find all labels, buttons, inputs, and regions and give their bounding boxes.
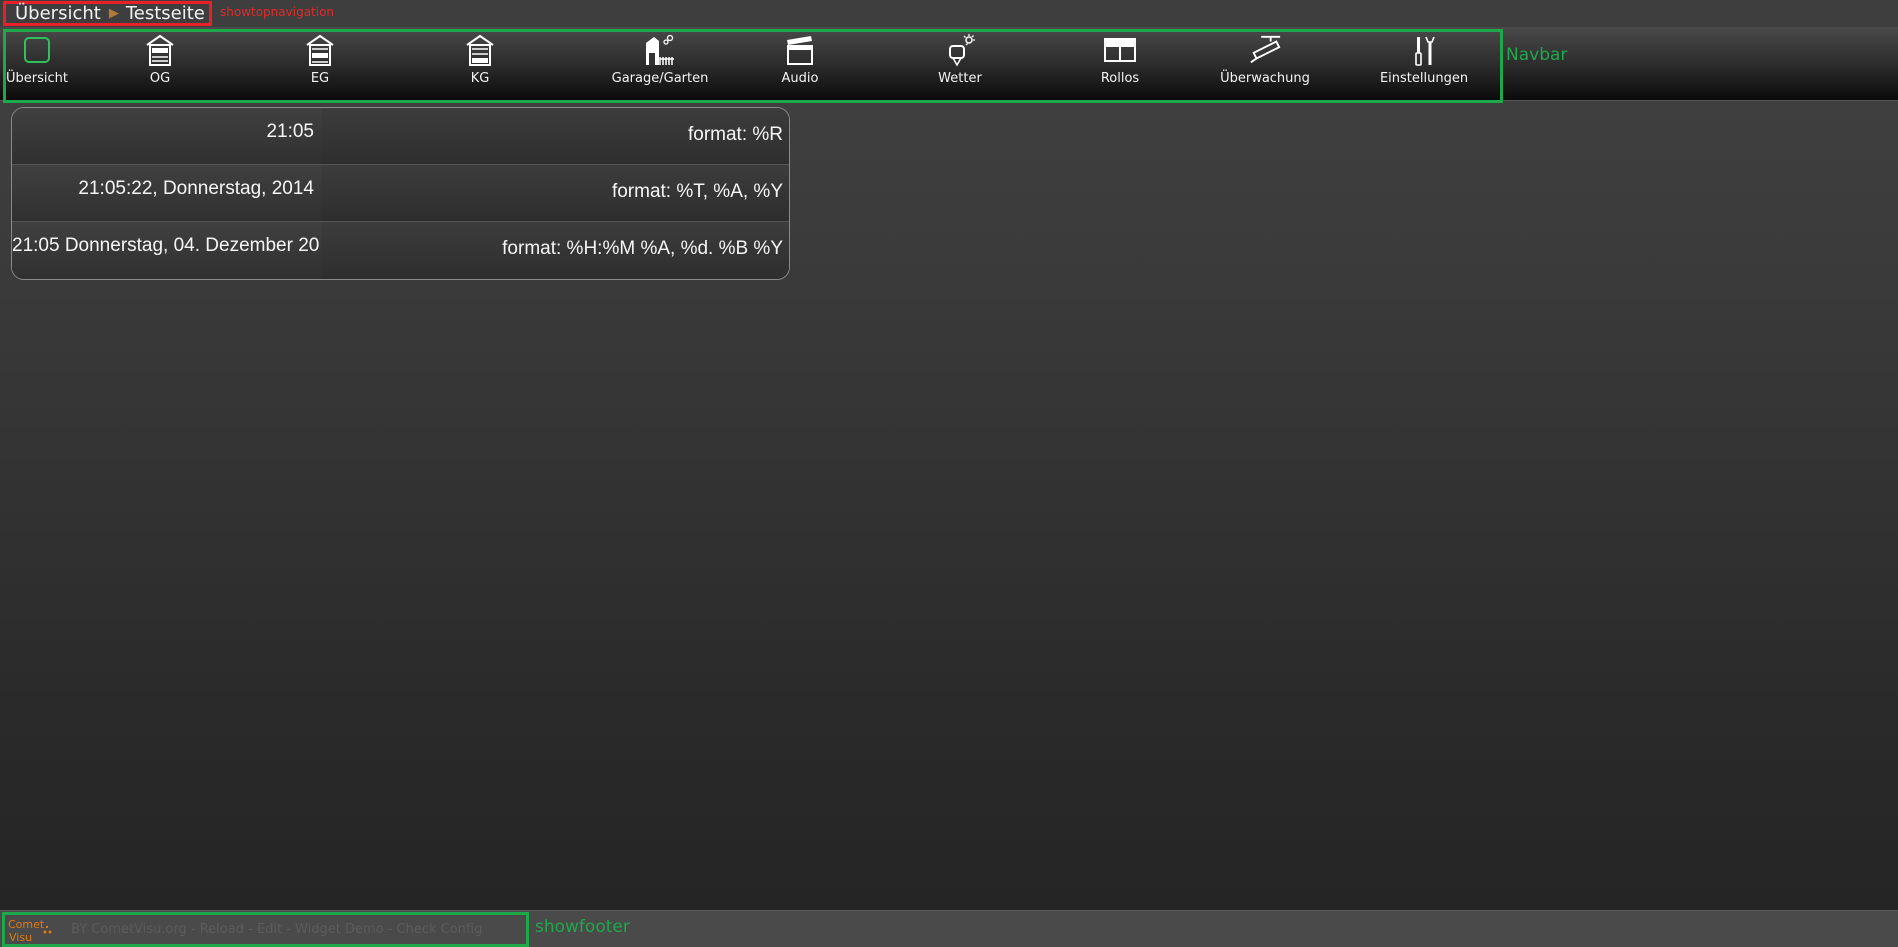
footer-annotation-frame: Comet Visu BY CometVisu.org - Reload - E…: [2, 912, 529, 947]
nav-item-label: Garage/Garten: [611, 71, 709, 86]
nav-item-eg[interactable]: EG: [260, 33, 380, 95]
nav-item-kg[interactable]: KG: [420, 33, 540, 95]
svg-text:Visu: Visu: [9, 931, 32, 944]
garage-garden-icon: [643, 33, 677, 67]
window-blinds-icon: [1103, 33, 1137, 67]
nav-item-og[interactable]: OG: [100, 33, 220, 95]
clock-format-label: format: %T, %A, %Y: [611, 181, 783, 202]
clock-value: 21:05 Donnerstag, 04. Dezember 20: [12, 222, 322, 278]
nav-item-label: Übersicht: [6, 71, 68, 86]
clock-format-label: format: %R: [687, 124, 783, 145]
weather-station-icon: [943, 33, 977, 67]
nav-item-wetter[interactable]: Wetter: [900, 33, 1020, 95]
annotation-showtopnavigation: showtopnavigation: [220, 5, 335, 19]
breadcrumb: Übersicht ▶ Testseite: [3, 1, 212, 26]
tools-icon: [1407, 33, 1441, 67]
clock-widget-panel: 21:05 format: %R 21:05:22, Donnerstag, 2…: [11, 107, 790, 280]
clock-row: 21:05:22, Donnerstag, 2014 format: %T, %…: [12, 165, 789, 222]
clock-value: 21:05:22, Donnerstag, 2014: [12, 165, 322, 221]
house-kg-icon: [463, 33, 497, 67]
cometvisu-logo: Comet Visu: [7, 916, 52, 944]
security-camera-icon: [1248, 33, 1282, 67]
nav-item-label: Audio: [781, 71, 819, 86]
clapperboard-icon: [783, 33, 817, 67]
nav-item-label: OG: [149, 71, 171, 86]
overview-square-icon: [20, 33, 54, 67]
nav-item-label: KG: [470, 71, 490, 86]
svg-text:Comet: Comet: [8, 918, 45, 931]
nav-item-label: Einstellungen: [1379, 71, 1469, 86]
nav-item-audio[interactable]: Audio: [740, 33, 860, 95]
breadcrumb-separator-icon: ▶: [108, 6, 119, 21]
nav-item-label: Wetter: [938, 71, 982, 86]
nav-item-garage-garten[interactable]: Garage/Garten: [600, 33, 720, 95]
annotation-showfooter: showfooter: [535, 917, 630, 937]
breadcrumb-item-testseite: Testseite: [125, 3, 205, 24]
clock-row: 21:05 format: %R: [12, 108, 789, 165]
nav-item-uebersicht[interactable]: Übersicht: [0, 33, 97, 95]
nav-item-label: Überwachung: [1220, 71, 1310, 86]
nav-item-ueberwachung[interactable]: Überwachung: [1205, 33, 1325, 95]
footer-links[interactable]: BY CometVisu.org - Reload - Edit - Widge…: [71, 922, 482, 937]
house-eg-icon: [303, 33, 337, 67]
clock-row: 21:05 Donnerstag, 04. Dezember 20 format…: [12, 222, 789, 279]
nav-item-einstellungen[interactable]: Einstellungen: [1364, 33, 1484, 95]
breadcrumb-item-overview[interactable]: Übersicht: [15, 3, 101, 24]
nav-item-label: Rollos: [1100, 71, 1140, 86]
house-og-icon: [143, 33, 177, 67]
nav-item-label: EG: [310, 71, 330, 86]
clock-format-label: format: %H:%M %A, %d. %B %Y: [502, 238, 783, 259]
clock-value: 21:05: [12, 108, 322, 164]
nav-item-rollos[interactable]: Rollos: [1060, 33, 1180, 95]
annotation-navbar: Navbar: [1506, 45, 1568, 65]
